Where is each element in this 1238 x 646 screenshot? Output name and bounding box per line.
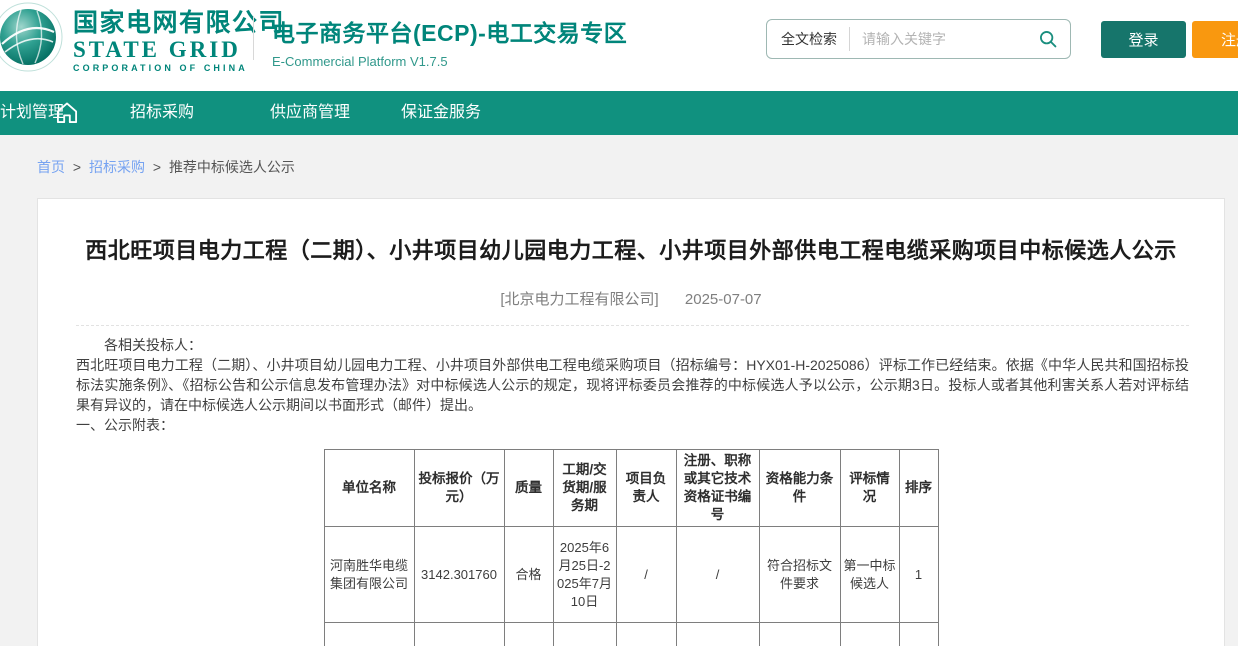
table-cell: /	[616, 527, 676, 623]
column-header: 项目负责人	[616, 450, 676, 527]
table-cell	[840, 623, 899, 646]
table-cell: /	[676, 527, 759, 623]
search-icon[interactable]	[1038, 29, 1058, 49]
announcement-body: 各相关投标人： 西北旺项目电力工程（二期）、小井项目幼儿园电力工程、小井项目外部…	[76, 335, 1189, 435]
breadcrumb-separator: >	[153, 159, 161, 175]
main-navbar: 计划管理 招标采购 供应商管理 保证金服务	[0, 91, 1238, 135]
table-cell	[553, 623, 616, 646]
column-header: 注册、职称或其它技术资格证书编号	[676, 450, 759, 527]
login-button[interactable]: 登录	[1101, 21, 1186, 58]
header-divider	[253, 16, 254, 60]
table-row-partial	[324, 623, 938, 646]
announcement-title: 西北旺项目电力工程（二期）、小井项目幼儿园电力工程、小井项目外部供电工程电缆采购…	[80, 225, 1182, 276]
column-header: 工期/交货期/服务期	[553, 450, 616, 527]
table-cell	[324, 623, 414, 646]
publish-date: 2025-07-07	[685, 291, 762, 308]
breadcrumb-bidding[interactable]: 招标采购	[89, 159, 145, 175]
nav-item-plan-management[interactable]: 计划管理	[0, 91, 64, 135]
table-cell: 合格	[504, 527, 553, 623]
column-header: 排序	[899, 450, 938, 527]
nav-item-supplier-management[interactable]: 供应商管理	[270, 91, 350, 135]
announcement-panel: 西北旺项目电力工程（二期）、小井项目幼儿园电力工程、小井项目外部供电工程电缆采购…	[37, 198, 1225, 646]
table-cell: 第一中标候选人	[840, 527, 899, 623]
table-cell	[676, 623, 759, 646]
breadcrumb: 首页 > 招标采购 > 推荐中标候选人公示	[37, 157, 295, 177]
table-cell	[414, 623, 504, 646]
column-header: 评标情况	[840, 450, 899, 527]
dashed-separator	[76, 325, 1189, 326]
announcement-meta: [北京电力工程有限公司] 2025-07-07	[38, 288, 1224, 309]
table-row: 河南胜华电缆集团有限公司3142.301760合格2025年6月25日-2025…	[324, 527, 938, 623]
section-label: 一、公示附表：	[76, 415, 1189, 435]
table-cell	[504, 623, 553, 646]
column-header: 质量	[504, 450, 553, 527]
publisher-name: [北京电力工程有限公司]	[500, 291, 658, 308]
nav-item-bidding-procurement[interactable]: 招标采购	[130, 91, 194, 135]
platform-block: 电子商务平台(ECP)-电工交易专区 E-Commercial Platform…	[272, 14, 627, 69]
breadcrumb-current: 推荐中标候选人公示	[169, 159, 295, 175]
platform-title: 电子商务平台(ECP)-电工交易专区	[272, 14, 627, 48]
breadcrumb-separator: >	[73, 159, 81, 175]
search-scope-selector[interactable]: 全文检索	[767, 29, 849, 49]
body-paragraph: 西北旺项目电力工程（二期）、小井项目幼儿园电力工程、小井项目外部供电工程电缆采购…	[76, 355, 1189, 415]
table-header-row: 单位名称投标报价（万元）质量工期/交货期/服务期项目负责人注册、职称或其它技术资…	[324, 450, 938, 527]
results-table: 单位名称投标报价（万元）质量工期/交货期/服务期项目负责人注册、职称或其它技术资…	[324, 449, 939, 646]
state-grid-logo-icon	[0, 2, 63, 72]
search-input[interactable]	[850, 31, 1038, 47]
table-cell	[616, 623, 676, 646]
table-cell: 河南胜华电缆集团有限公司	[324, 527, 414, 623]
salutation: 各相关投标人：	[76, 335, 1189, 355]
search-box: 全文检索	[766, 19, 1071, 59]
column-header: 单位名称	[324, 450, 414, 527]
table-cell	[759, 623, 840, 646]
table-cell: 3142.301760	[414, 527, 504, 623]
column-header: 投标报价（万元）	[414, 450, 504, 527]
column-header: 资格能力条件	[759, 450, 840, 527]
table-cell: 符合招标文件要求	[759, 527, 840, 623]
platform-subtitle: E-Commercial Platform V1.7.5	[272, 54, 627, 69]
table-cell: 2025年6月25日-2025年7月10日	[553, 527, 616, 623]
register-button[interactable]: 注册	[1192, 21, 1238, 58]
brand-name-sub: CORPORATION OF CHINA	[73, 63, 285, 74]
breadcrumb-home[interactable]: 首页	[37, 159, 65, 175]
table-cell: 1	[899, 527, 938, 623]
top-header: 国家电网有限公司 STATE GRID CORPORATION OF CHINA…	[0, 0, 1238, 91]
nav-item-deposit-service[interactable]: 保证金服务	[401, 91, 481, 135]
table-cell	[899, 623, 938, 646]
